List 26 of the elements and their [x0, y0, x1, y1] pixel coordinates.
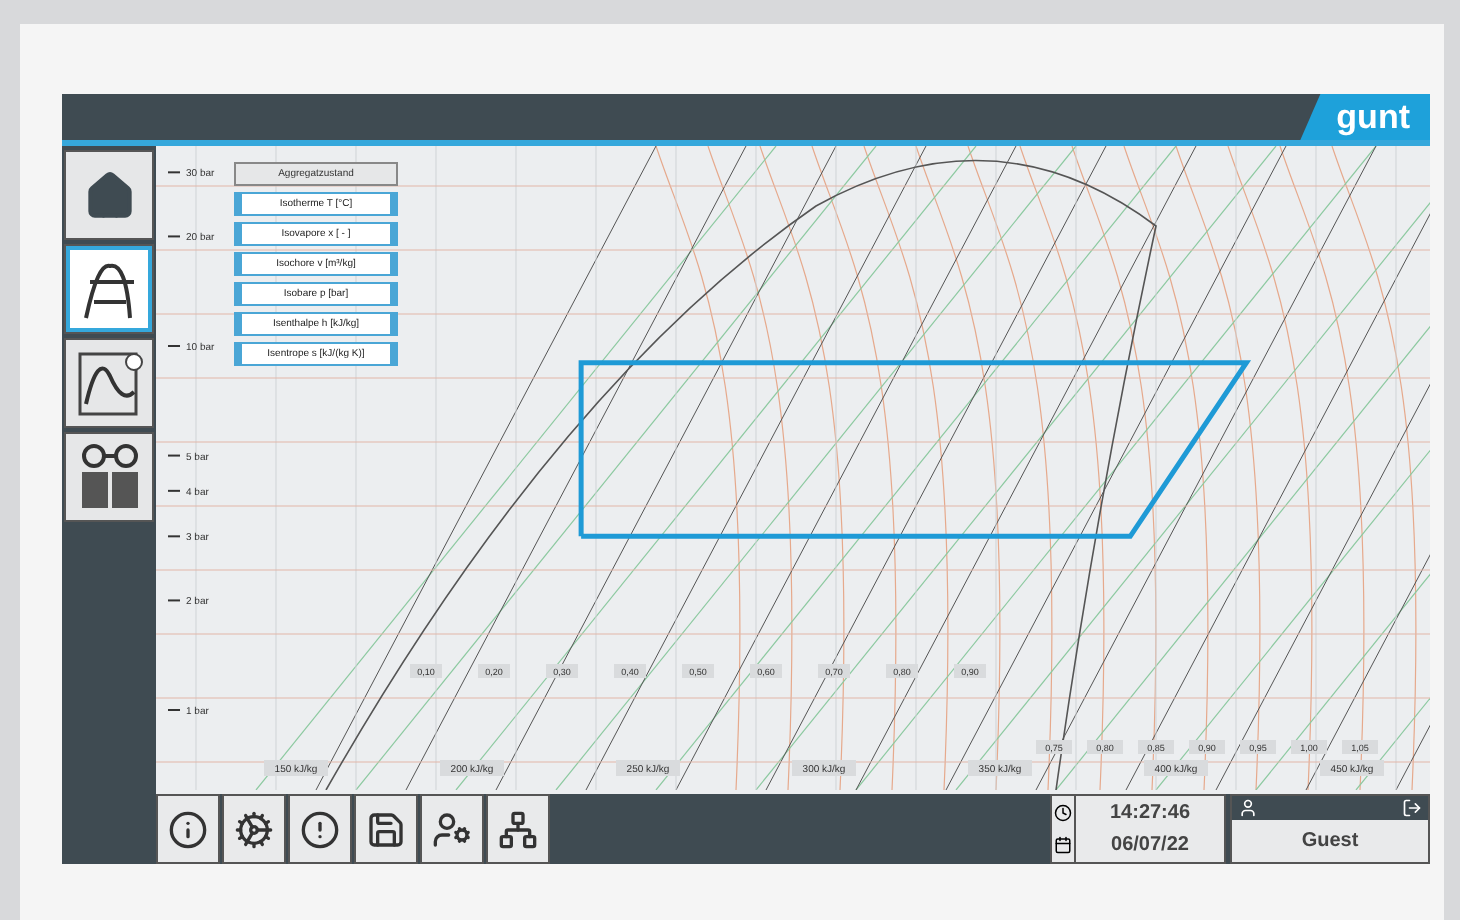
toolbar-button[interactable]	[420, 794, 484, 864]
sidebar-button[interactable]	[64, 338, 154, 428]
home-icon	[83, 169, 135, 221]
save-icon	[366, 809, 406, 849]
settings-icon	[234, 809, 274, 849]
user-name: Guest	[1232, 820, 1428, 862]
toolbar-button[interactable]	[222, 794, 286, 864]
clock-icon	[1054, 803, 1072, 822]
toolbar-button[interactable]	[354, 794, 418, 864]
date-text: 06/07/22	[1111, 834, 1189, 857]
curve-chart-icon	[73, 347, 145, 419]
user-icon	[1238, 798, 1258, 818]
time-text: 14:27:46	[1109, 801, 1191, 824]
sidebar-button[interactable]	[64, 432, 154, 522]
network-icon	[498, 809, 538, 849]
info-icon	[168, 809, 208, 849]
sidebar-button[interactable]	[64, 244, 154, 334]
toolbar-button[interactable]	[486, 794, 550, 864]
alert-icon	[300, 809, 340, 849]
toolbar-button[interactable]	[288, 794, 352, 864]
calendar-icon	[1054, 836, 1072, 855]
gunt-logo: gunt	[1300, 94, 1430, 140]
user-settings-icon	[432, 809, 472, 849]
logout-icon[interactable]	[1402, 798, 1422, 818]
sidebar-button[interactable]	[64, 150, 154, 240]
toolbar-button[interactable]	[156, 794, 220, 864]
